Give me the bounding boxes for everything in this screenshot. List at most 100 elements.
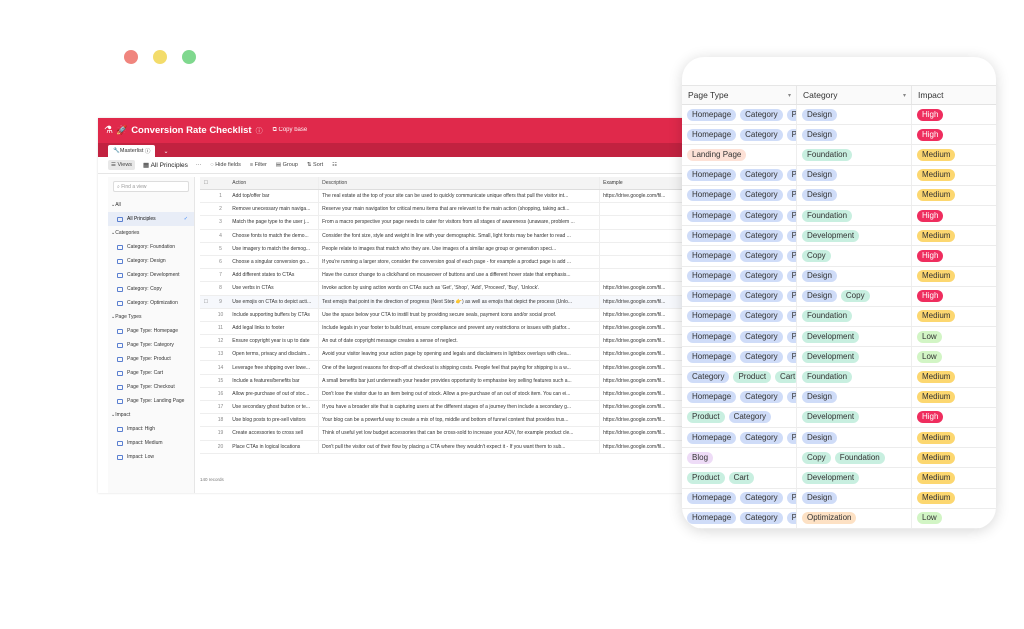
- select-all-checkbox[interactable]: ☐: [200, 180, 212, 186]
- cell-action[interactable]: Use verbs in CTAs: [229, 282, 320, 295]
- card-row[interactable]: HomepageCategoryPr Design High: [682, 105, 996, 126]
- cell-category[interactable]: Development: [797, 226, 912, 246]
- card-row[interactable]: Product Cart Development Medium: [682, 468, 996, 489]
- cell-impact[interactable]: Low: [912, 347, 996, 366]
- cell-category[interactable]: Foundation: [797, 306, 912, 327]
- cell-description[interactable]: People relate to images that match who t…: [319, 242, 601, 255]
- card-row[interactable]: HomepageCategoryPr Development Medium: [682, 226, 996, 247]
- column-header-page-type[interactable]: Page Type ▾: [682, 86, 797, 104]
- cell-category[interactable]: Foundation: [797, 205, 912, 226]
- chevron-down-icon[interactable]: ▾: [903, 92, 906, 99]
- info-icon[interactable]: ⓘ: [256, 126, 263, 136]
- cell-description[interactable]: Don't pull the visitor out of their flow…: [319, 440, 601, 453]
- cell-impact[interactable]: Medium: [912, 468, 996, 487]
- cell-example[interactable]: https://drive.google.com/fil...: [600, 388, 688, 400]
- cell-example[interactable]: [600, 216, 688, 228]
- cell-example[interactable]: https://drive.google.com/fil...: [600, 401, 688, 413]
- card-row[interactable]: HomepageCategoryPr Design Medium: [682, 165, 996, 186]
- cell-impact[interactable]: Medium: [912, 307, 996, 326]
- table-row[interactable]: 8 Use verbs in CTAs Invoke action by using…: [200, 282, 688, 296]
- cell-description[interactable]: If you have a broader site that is captu…: [319, 401, 601, 414]
- table-row[interactable]: 18 Use blog posts to pre-sell visitors You…: [200, 414, 688, 428]
- cell-page-type[interactable]: HomepageCategoryPr: [682, 165, 797, 185]
- cell-impact[interactable]: Low: [912, 509, 996, 528]
- cell-description[interactable]: The real estate at the top of your site …: [319, 190, 601, 203]
- cell-example[interactable]: [600, 230, 688, 242]
- cell-page-type[interactable]: Blog: [682, 448, 797, 468]
- cell-action[interactable]: Use blog posts to pre-sell visitors: [229, 414, 320, 427]
- cell-description[interactable]: Have the cursor change to a click/hand o…: [319, 269, 601, 282]
- cell-description[interactable]: Avoid your visitor leaving your action p…: [319, 348, 601, 361]
- cell-impact[interactable]: High: [912, 408, 996, 427]
- cell-action[interactable]: Create accessories to cross sell: [229, 427, 320, 440]
- cell-category[interactable]: Design: [797, 125, 912, 145]
- cell-example[interactable]: [600, 203, 688, 215]
- cell-page-type[interactable]: Landing Page: [682, 145, 797, 165]
- cell-action[interactable]: Add top/offer bar: [229, 190, 320, 203]
- cell-page-type[interactable]: Category Product Cart: [682, 367, 797, 387]
- cell-page-type[interactable]: HomepageCategoryPr: [682, 306, 797, 327]
- cell-page-type[interactable]: HomepageCategoryPr: [682, 508, 797, 528]
- cell-category[interactable]: Design: [797, 266, 912, 286]
- table-row[interactable]: 15 Include a features/benefits bar A small…: [200, 374, 688, 388]
- row-height-icon[interactable]: ☷: [332, 162, 337, 168]
- cell-action[interactable]: Match the page type to the user j...: [229, 216, 320, 229]
- card-row[interactable]: HomepageCategoryPr Development Low: [682, 347, 996, 368]
- cell-category[interactable]: Design: [797, 185, 912, 205]
- sidebar-item[interactable]: Page Type: Homepage: [108, 324, 194, 338]
- cell-action[interactable]: Add legal links to footer: [229, 321, 320, 335]
- table-row[interactable]: 5 Use imagery to match the demog... People…: [200, 242, 688, 256]
- sort-button[interactable]: ⇅ Sort: [307, 162, 323, 168]
- sidebar-group[interactable]: ⌄ Impact: [108, 408, 194, 422]
- cell-example[interactable]: https://drive.google.com/fil...: [600, 375, 688, 387]
- cell-impact[interactable]: Medium: [912, 388, 996, 407]
- table-row[interactable]: 13 Open terms, privacy and disclaim... Avo…: [200, 348, 688, 362]
- cell-page-type[interactable]: HomepageCategoryPr: [682, 105, 797, 125]
- cell-impact[interactable]: Medium: [912, 489, 996, 508]
- sidebar-item[interactable]: Category: Foundation: [108, 240, 194, 254]
- cell-impact[interactable]: Medium: [912, 226, 996, 245]
- cell-impact[interactable]: Medium: [912, 428, 996, 447]
- card-row[interactable]: HomepageCategoryPr Design High: [682, 125, 996, 146]
- cell-category[interactable]: Development: [797, 347, 912, 367]
- sidebar-group[interactable]: ⌄ Page Types: [108, 310, 194, 324]
- cell-example[interactable]: https://drive.google.com/fil...: [600, 296, 688, 308]
- table-row[interactable]: 16 Allow pre-purchase of out of stoc... Do…: [200, 387, 688, 401]
- cell-page-type[interactable]: HomepageCategoryPr: [682, 226, 797, 246]
- cell-action[interactable]: Place CTAs in logical locations: [229, 440, 320, 453]
- sidebar-item[interactable]: Category: Optimization: [108, 296, 194, 310]
- table-row[interactable]: 10 Include supporting buffers by CTAs Use …: [200, 308, 688, 322]
- cell-category[interactable]: Design: [797, 488, 912, 508]
- table-row[interactable]: 2 Remove unecessary main naviga... Reserve…: [200, 203, 688, 217]
- cell-impact[interactable]: High: [912, 105, 996, 124]
- cell-category[interactable]: Optimization: [797, 508, 912, 528]
- cell-action[interactable]: Leverage free shipping over lowe...: [229, 361, 320, 374]
- cell-category[interactable]: Design: [797, 165, 912, 185]
- cell-description[interactable]: One of the largest reasons for drop-off …: [319, 361, 601, 374]
- table-row[interactable]: 19 Create accessories to cross sell Think …: [200, 427, 688, 441]
- cell-page-type[interactable]: HomepageCategoryPr: [682, 286, 797, 306]
- cell-description[interactable]: Reserve your main navigation for critica…: [319, 203, 601, 216]
- card-row[interactable]: HomepageCategoryPr Optimization Low: [682, 508, 996, 529]
- cell-action[interactable]: Remove unecessary main naviga...: [229, 203, 320, 216]
- cell-impact[interactable]: High: [912, 246, 996, 265]
- cell-category[interactable]: Foundation: [797, 367, 912, 387]
- table-row[interactable]: 1 Add top/offer bar The real estate at the…: [200, 190, 688, 204]
- cell-category[interactable]: Development: [797, 407, 912, 427]
- cell-description[interactable]: A small benefits bar just underneath you…: [319, 374, 601, 387]
- cell-category[interactable]: Foundation: [797, 145, 912, 165]
- sidebar-group[interactable]: ⌄ Categories: [108, 226, 194, 240]
- table-row[interactable]: 14 Leverage free shipping over lowe... One…: [200, 361, 688, 375]
- card-row[interactable]: HomepageCategoryPr Design Medium: [682, 185, 996, 206]
- cell-category[interactable]: Copy: [797, 246, 912, 266]
- cell-impact[interactable]: High: [912, 125, 996, 144]
- group-button[interactable]: ▤ Group: [276, 162, 298, 168]
- cell-action[interactable]: Ensure copyright year is up to date: [229, 335, 320, 348]
- cell-page-type[interactable]: HomepageCategoryPr: [682, 488, 797, 508]
- cell-action[interactable]: Use secondary ghost button or te...: [229, 401, 320, 414]
- cell-example[interactable]: https://drive.google.com/fil...: [600, 414, 688, 426]
- card-row[interactable]: HomepageCategoryPr Design Medium: [682, 387, 996, 408]
- cell-description[interactable]: If you're running a larger store, consid…: [319, 255, 601, 269]
- cell-action[interactable]: Use imagery to match the demog...: [229, 242, 320, 255]
- table-row[interactable]: 6 Choose a singular conversion go... If yo…: [200, 255, 688, 270]
